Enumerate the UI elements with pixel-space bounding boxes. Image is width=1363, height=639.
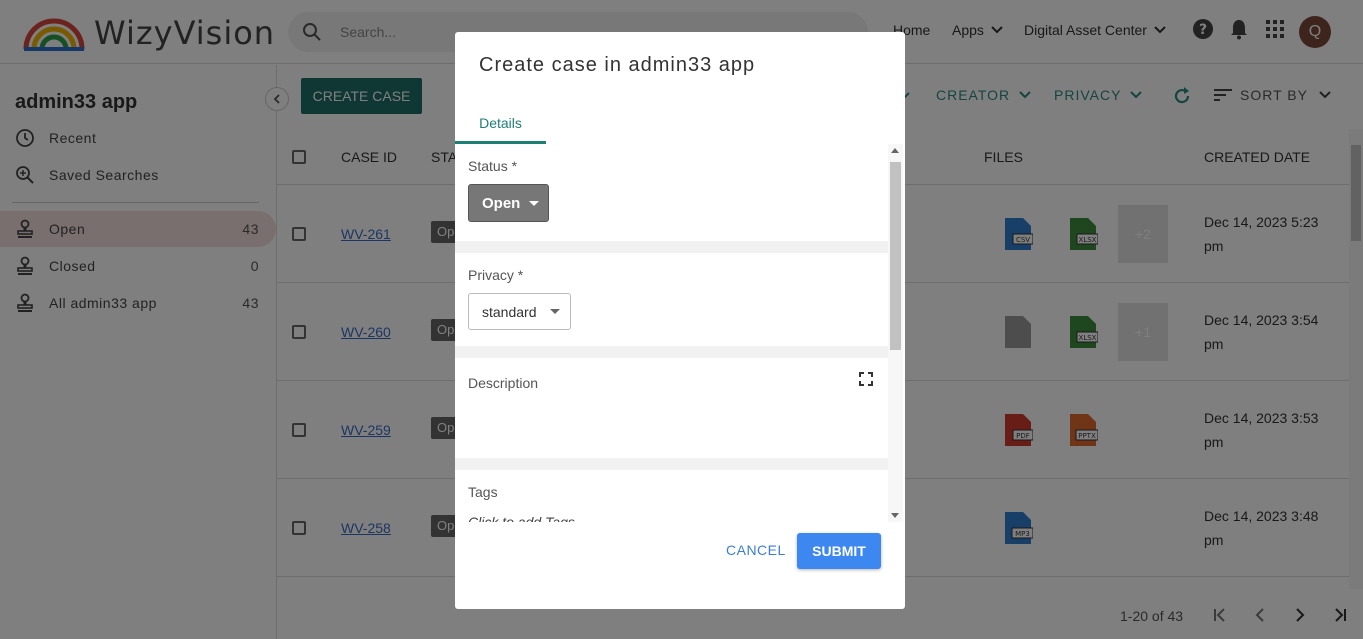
status-value: Open (482, 194, 521, 212)
dialog-scrollbar[interactable] (888, 144, 903, 522)
app-root: WizyVision Search... Home Apps Digital A… (0, 0, 1363, 639)
status-section: Status * Open (455, 144, 888, 241)
cancel-button[interactable]: CANCEL (726, 542, 786, 558)
scrollbar-thumb[interactable] (890, 162, 901, 350)
description-label: Description (468, 375, 539, 391)
caret-down-icon (550, 309, 561, 314)
create-case-dialog: Create case in admin33 app Details Statu… (455, 32, 905, 609)
dialog-title: Create case in admin33 app (479, 54, 756, 76)
tags-input[interactable]: Click to add Tags (468, 514, 575, 522)
privacy-dropdown[interactable]: standard (468, 293, 571, 330)
status-label: Status * (468, 158, 518, 174)
caret-down-icon (529, 200, 540, 206)
privacy-section: Privacy * standard (455, 253, 888, 346)
scroll-down-arrow-icon[interactable] (891, 513, 899, 518)
description-section[interactable]: Description (455, 358, 888, 458)
dialog-form: Status * Open Privacy * standard Descrip… (455, 144, 888, 522)
scroll-up-arrow-icon[interactable] (891, 148, 899, 153)
tab-details[interactable]: Details (455, 104, 546, 144)
privacy-label: Privacy * (468, 267, 524, 283)
tags-section: Tags Click to add Tags (455, 470, 888, 522)
status-dropdown[interactable]: Open (468, 184, 549, 222)
submit-button[interactable]: SUBMIT (797, 533, 881, 569)
privacy-value: standard (482, 303, 537, 320)
fullscreen-expand-icon[interactable] (858, 371, 874, 387)
tags-label: Tags (468, 484, 498, 500)
